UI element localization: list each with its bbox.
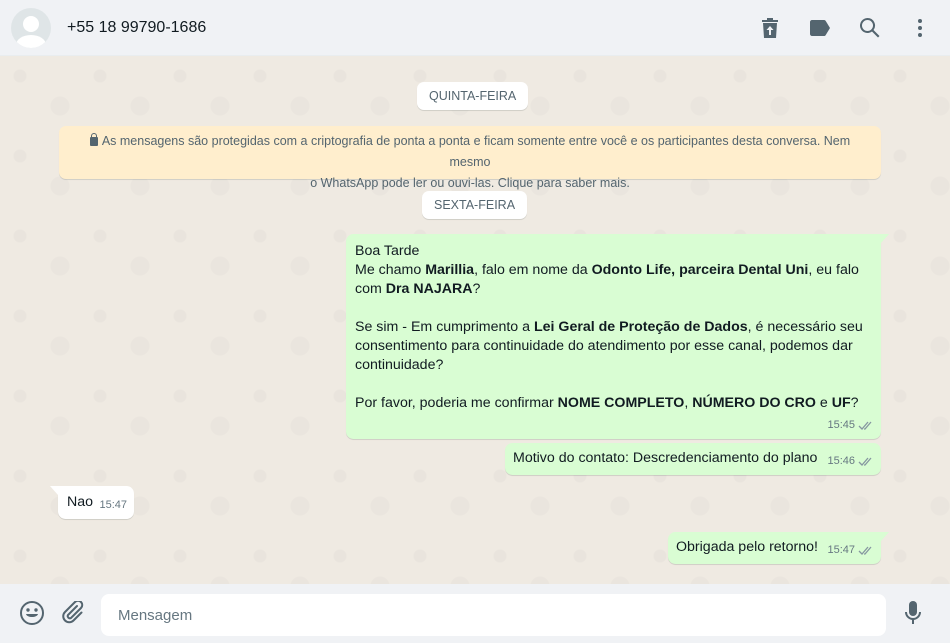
message-text: Nao: [67, 494, 94, 510]
message-input[interactable]: [101, 594, 886, 636]
encryption-notice[interactable]: As mensagens são protegidas com a cripto…: [59, 126, 881, 190]
read-ticks-icon: [858, 546, 872, 555]
header-actions: [758, 0, 932, 56]
message-time: 15:47: [99, 499, 127, 511]
emoji-icon[interactable]: [19, 600, 45, 626]
message-bubble[interactable]: Boa Tarde Me chamo Marillia, falo em nom…: [346, 234, 889, 439]
contact-name[interactable]: +55 18 99790-1686: [67, 19, 206, 37]
avatar-body: [16, 34, 46, 48]
search-icon[interactable]: [858, 16, 882, 40]
message-text: Obrigada pelo retorno!: [676, 539, 818, 555]
microphone-icon[interactable]: [900, 600, 926, 626]
chat-header: +55 18 99790-1686: [0, 0, 950, 56]
date-chip: SEXTA-FEIRA: [422, 191, 528, 219]
message-time: 15:45: [827, 419, 855, 431]
message-time: 15:47: [827, 544, 855, 556]
avatar-head: [23, 15, 39, 32]
lock-icon: [89, 133, 98, 146]
avatar[interactable]: [11, 7, 51, 48]
compose-bar: [0, 584, 950, 643]
read-ticks-icon: [858, 457, 872, 466]
message-bubble[interactable]: Obrigada pelo retorno! 15:47: [668, 532, 889, 564]
message-bubble[interactable]: Nao 15:47: [50, 486, 134, 519]
message-text: Motivo do contato: Descredenciamento do …: [513, 450, 818, 466]
date-chip: QUINTA-FEIRA: [417, 82, 529, 110]
message-meta: 15:46: [827, 452, 874, 471]
attach-icon[interactable]: [60, 600, 86, 626]
message-meta: 15:45: [827, 416, 874, 435]
menu-icon[interactable]: [908, 16, 932, 40]
message-meta: 15:47: [99, 496, 127, 515]
message-bubble[interactable]: Motivo do contato: Descredenciamento do …: [505, 443, 881, 475]
system-text-line1: As mensagens são protegidas com a cripto…: [101, 134, 851, 169]
system-text-line2: o WhatsApp pode ler ou ouvi-las. Clique …: [310, 176, 630, 190]
message-meta: 15:47: [827, 541, 874, 560]
read-ticks-icon: [858, 421, 872, 430]
message-text: Boa Tarde Me chamo Marillia, falo em nom…: [355, 243, 863, 411]
message-time: 15:46: [827, 455, 855, 467]
chat-area[interactable]: QUINTA-FEIRA As mensagens são protegidas…: [0, 56, 950, 584]
delete-icon[interactable]: [758, 16, 782, 40]
label-icon[interactable]: [808, 16, 832, 40]
